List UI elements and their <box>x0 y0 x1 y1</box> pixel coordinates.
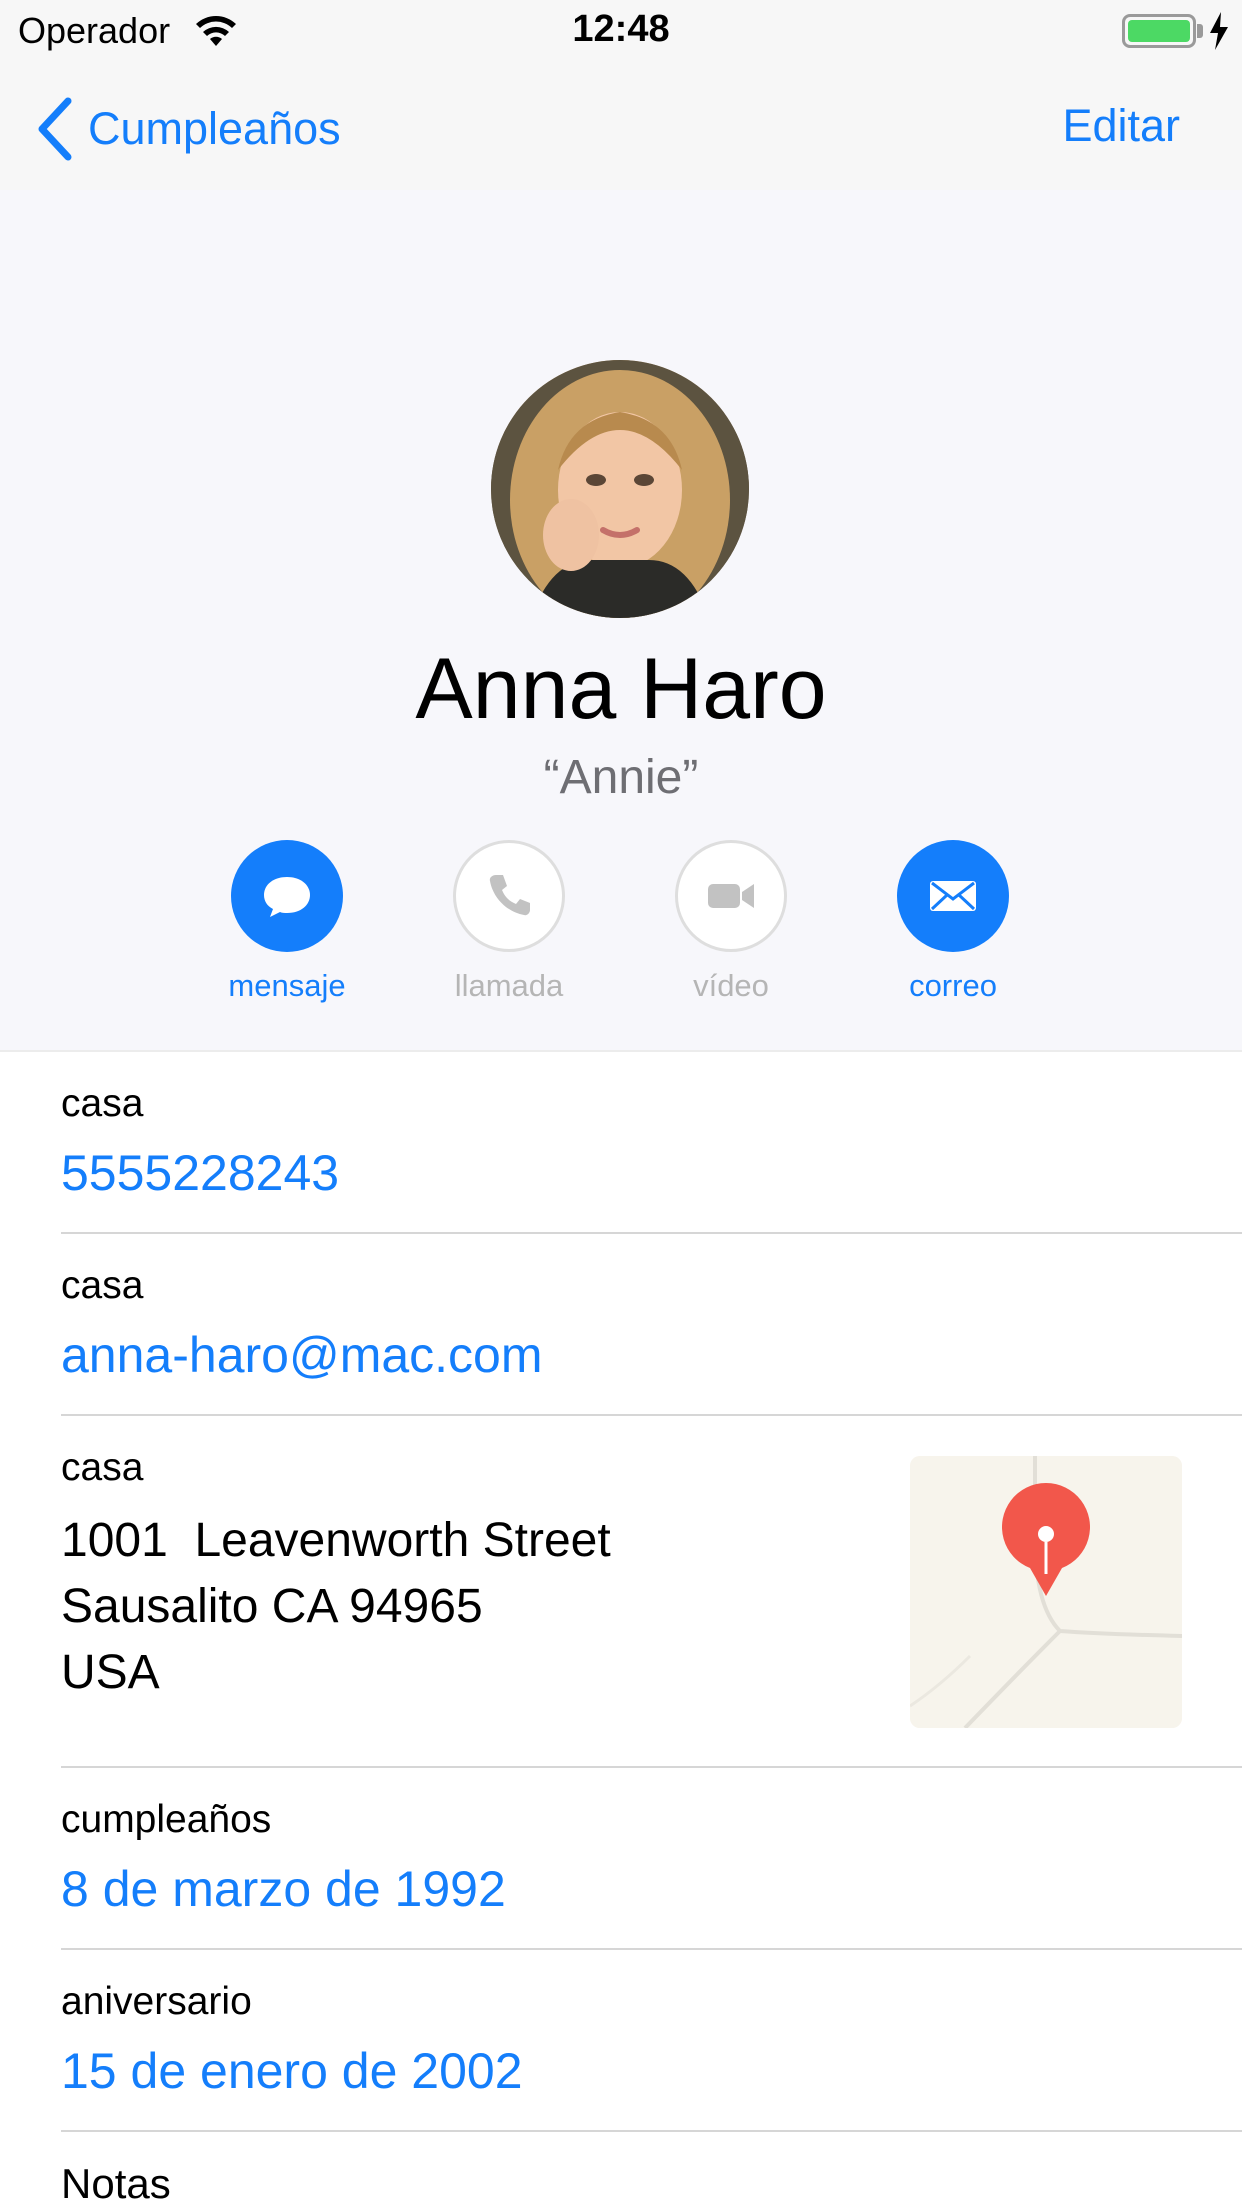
email-link[interactable]: anna-haro@mac.com <box>61 1326 543 1384</box>
charging-bolt-icon <box>1210 12 1228 50</box>
email-row[interactable]: casa anna-haro@mac.com <box>61 1234 1242 1416</box>
address-map-thumbnail[interactable] <box>910 1456 1182 1728</box>
video-action-label: vídeo <box>693 968 769 1003</box>
quick-actions: mensaje llamada vídeo correo <box>0 840 1242 1020</box>
birthday-date-link[interactable]: 8 de marzo de 1992 <box>61 1860 506 1918</box>
anniversary-row[interactable]: aniversario 15 de enero de 2002 <box>61 1950 1242 2132</box>
back-button-label: Cumpleaños <box>88 103 341 154</box>
address-text: 1001 Leavenworth Street Sausalito CA 949… <box>61 1508 611 1706</box>
phone-row[interactable]: casa 5555228243 <box>61 1052 1242 1234</box>
battery-cap <box>1197 24 1203 38</box>
chevron-left-icon <box>38 97 72 161</box>
message-action-label: mensaje <box>228 968 346 1003</box>
message-action-button[interactable]: mensaje <box>207 840 367 1004</box>
phone-number-link[interactable]: 5555228243 <box>61 1144 339 1202</box>
notes-row[interactable]: Notas <box>61 2132 1242 2208</box>
birthday-label: cumpleaños <box>61 1798 272 1841</box>
contact-avatar[interactable] <box>491 360 749 618</box>
back-button[interactable]: Cumpleaños <box>36 94 341 164</box>
call-action-circle <box>453 840 565 952</box>
envelope-icon <box>930 881 976 911</box>
battery-icon <box>1122 14 1196 48</box>
contact-name: Anna Haro <box>415 641 827 737</box>
video-action-button[interactable]: vídeo <box>651 840 811 1004</box>
address-line-3: USA <box>61 1646 160 1699</box>
mail-action-circle <box>897 840 1009 952</box>
map-view <box>910 1456 1182 1728</box>
avatar-portrait <box>491 360 749 618</box>
phone-icon <box>489 875 530 916</box>
contact-header: Anna Haro “Annie” mensaje llamada vídeo … <box>0 190 1242 1052</box>
birthday-row[interactable]: cumpleaños 8 de marzo de 1992 <box>61 1768 1242 1950</box>
navigation-bar: Cumpleaños Editar <box>0 60 1242 190</box>
address-line-2: Sausalito CA 94965 <box>61 1580 483 1633</box>
contact-nickname: “Annie” <box>543 751 699 804</box>
video-camera-icon <box>708 884 754 908</box>
message-action-circle <box>231 840 343 952</box>
video-action-circle <box>675 840 787 952</box>
call-action-button[interactable]: llamada <box>429 840 589 1004</box>
phone-label: casa <box>61 1082 144 1125</box>
mail-action-button[interactable]: correo <box>873 840 1033 1004</box>
message-bubble-icon <box>264 877 310 917</box>
notes-label: Notas <box>61 2160 171 2207</box>
clock: 12:48 <box>572 8 670 50</box>
email-label: casa <box>61 1264 144 1307</box>
status-bar: Operador 12:48 <box>0 0 1242 60</box>
address-row[interactable]: casa 1001 Leavenworth Street Sausalito C… <box>61 1416 1242 1768</box>
mail-action-label: correo <box>909 968 997 1003</box>
call-action-label: llamada <box>454 968 564 1003</box>
address-label: casa <box>61 1446 144 1489</box>
edit-button[interactable]: Editar <box>1062 100 1180 152</box>
address-line-1: 1001 Leavenworth Street <box>61 1514 611 1567</box>
anniversary-label: aniversario <box>61 1980 252 2023</box>
anniversary-date-link[interactable]: 15 de enero de 2002 <box>61 2042 523 2100</box>
